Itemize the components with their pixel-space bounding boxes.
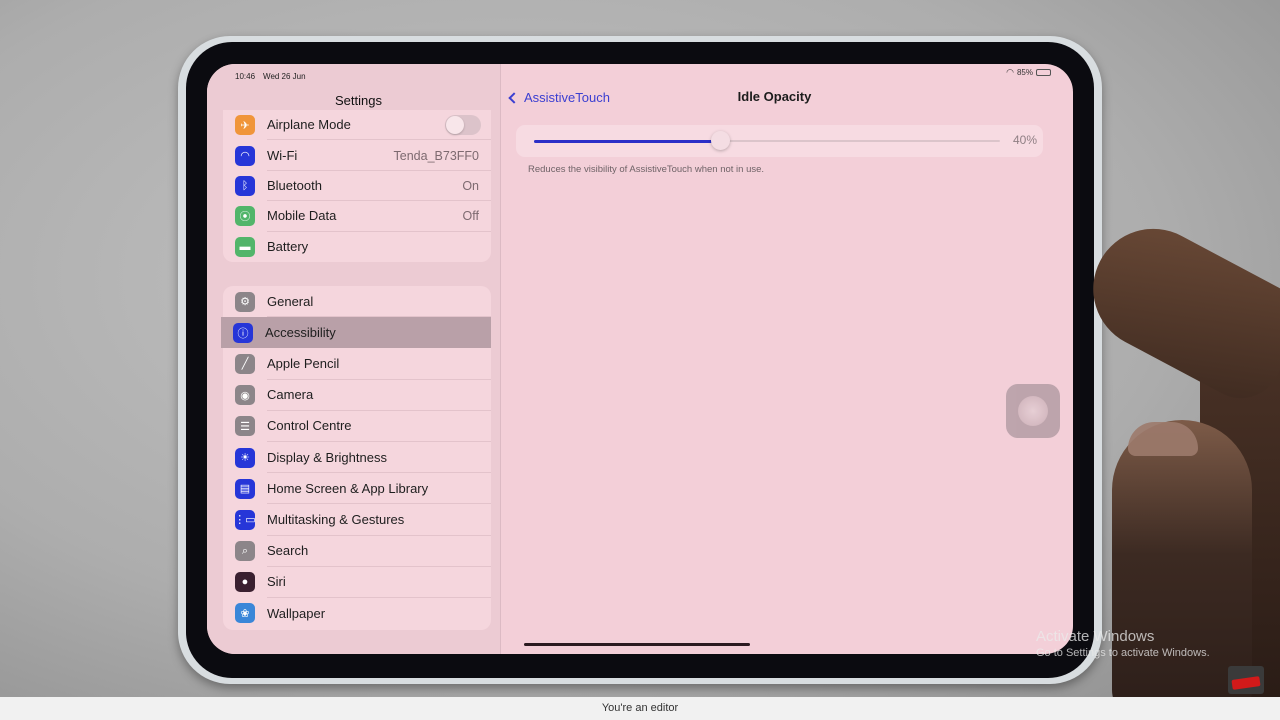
slider-footnote: Reduces the visibility of AssistiveTouch… [528, 164, 765, 175]
battery-status-icon [1036, 69, 1051, 76]
opacity-slider[interactable] [534, 131, 1000, 150]
airplane-mode-toggle[interactable] [445, 115, 481, 135]
sidebar-item-value: Tenda_B73FF0 [393, 148, 479, 163]
status-time: 10:46 [235, 72, 256, 81]
accessibility-icon: ⓘ [233, 322, 253, 343]
sidebar-item-label: Control Centre [267, 411, 491, 442]
multitasking-icon: ⋮▭ [234, 509, 256, 530]
watermark-title: Activate Windows [1036, 628, 1155, 645]
siri-icon: ● [235, 572, 255, 593]
editor-status-text: You're an editor [601, 702, 679, 714]
camera-icon: ◉ [235, 385, 255, 406]
idle-opacity-slider-card: 40% [516, 125, 1043, 157]
bluetooth-icon: ᛒ [235, 175, 255, 196]
sidebar-item-siri[interactable]: ● Siri [223, 567, 491, 598]
slider-value-label: 40% [1012, 133, 1037, 147]
airplane-icon: ✈ [235, 115, 255, 136]
page-title: Idle Opacity [737, 89, 812, 104]
sidebar-item-accessibility[interactable]: ⓘ Accessibility [221, 317, 491, 349]
wifi-status-icon: ◠ [1006, 67, 1014, 77]
battery-icon: ▬ [235, 236, 255, 257]
sidebar-item-wi-fi[interactable]: ◠ Wi-Fi Tenda_B73FF0 [223, 140, 491, 171]
slider-fill [534, 139, 721, 143]
sidebar-item-label: Home Screen & App Library [267, 473, 491, 505]
sidebar-item-label: Camera [267, 380, 491, 411]
sidebar-item-label: Bluetooth [267, 171, 491, 202]
editor-status-bar: You're an editor [0, 697, 1280, 720]
sidebar-item-label: Apple Pencil [267, 348, 491, 380]
sidebar-item-label: Siri [267, 567, 491, 598]
battery-percent: 85% [1016, 68, 1033, 77]
sidebar-item-label: Display & Brightness [267, 442, 491, 474]
red-key-icon [1231, 676, 1261, 690]
wifi-icon: ◠ [235, 145, 255, 166]
channel-logo [1228, 666, 1264, 694]
sidebar-item-value: Off [462, 209, 479, 224]
home-indicator[interactable] [524, 643, 750, 646]
ipad-screen: 10:46 Wed 26 Jun Settings ✈ Airplane Mode… [207, 64, 1073, 654]
sidebar-item-wallpaper[interactable]: ❀ Wallpaper [223, 598, 491, 629]
sidebar-item-control-centre[interactable]: ☰ Control Centre [223, 411, 491, 442]
detail-pane: ◠ 85% AssistiveTouch Idle Opacity 40% Re… [502, 64, 1073, 654]
sidebar-item-label: General [267, 286, 491, 318]
sidebar-item-apple-pencil[interactable]: ╱ Apple Pencil [223, 348, 491, 380]
sun-icon: ☀ [235, 447, 255, 468]
sidebar-item-value: On [462, 178, 479, 193]
flower-icon: ❀ [235, 603, 255, 624]
home-screen-icon: ▤ [235, 478, 255, 499]
sidebar-item-bluetooth[interactable]: ᛒ Bluetooth On [223, 171, 491, 202]
thumb-nail [1128, 422, 1198, 456]
status-bar-right: ◠ 85% [1006, 67, 1051, 78]
sidebar-item-label: Search [267, 536, 491, 567]
slider-thumb[interactable] [711, 131, 731, 150]
sidebar-item-airplane-mode[interactable]: ✈ Airplane Mode [223, 110, 491, 141]
sidebar-item-label: Battery [267, 239, 309, 255]
sidebar-item-search[interactable]: ⌕ Search [223, 536, 491, 567]
general-group: ⚙ General ⓘ Accessibility ╱ Apple Pencil ◉ Came… [221, 286, 491, 630]
assistive-touch-button[interactable] [1006, 384, 1060, 438]
sidebar-title-text: Settings [335, 93, 382, 108]
search-icon: ⌕ [235, 541, 255, 562]
toggles-icon: ☰ [235, 416, 255, 437]
sidebar-item-home-screen-app-library[interactable]: ▤ Home Screen & App Library [223, 473, 491, 505]
sidebar-item-general[interactable]: ⚙ General [223, 286, 491, 318]
status-date: Wed 26 Jun [263, 72, 306, 81]
sidebar-item-label: Accessibility [265, 325, 336, 341]
sidebar-item-label: Mobile Data [267, 201, 491, 232]
sidebar-item-display-brightness[interactable]: ☀ Display & Brightness [223, 442, 491, 474]
activate-windows-watermark: Activate Windows Go to Settings to activ… [1036, 628, 1210, 659]
sidebar-item-mobile-data[interactable]: ⦿ Mobile Data Off [223, 201, 491, 232]
assistive-touch-ring-icon [1018, 396, 1048, 426]
antenna-icon: ⦿ [235, 206, 255, 227]
gear-icon: ⚙ [235, 291, 255, 312]
sidebar-item-label: Wallpaper [267, 605, 326, 621]
watermark-subtitle: Go to Settings to activate Windows. [1036, 647, 1210, 659]
sidebar-item-camera[interactable]: ◉ Camera [223, 380, 491, 411]
status-bar-left: 10:46 Wed 26 Jun [235, 72, 306, 81]
pencil-icon: ╱ [235, 353, 255, 374]
sidebar-item-multitasking-gestures[interactable]: ⋮▭ Multitasking & Gestures [223, 504, 491, 536]
sidebar-item-battery[interactable]: ▬ Battery [223, 232, 491, 262]
sidebar-item-label: Multitasking & Gestures [267, 504, 491, 536]
settings-sidebar: 10:46 Wed 26 Jun Settings ✈ Airplane Mode… [207, 64, 501, 654]
connectivity-group: ✈ Airplane Mode ◠ Wi-Fi Tenda_B73FF0 ᛒ Bluetoo… [223, 110, 491, 262]
